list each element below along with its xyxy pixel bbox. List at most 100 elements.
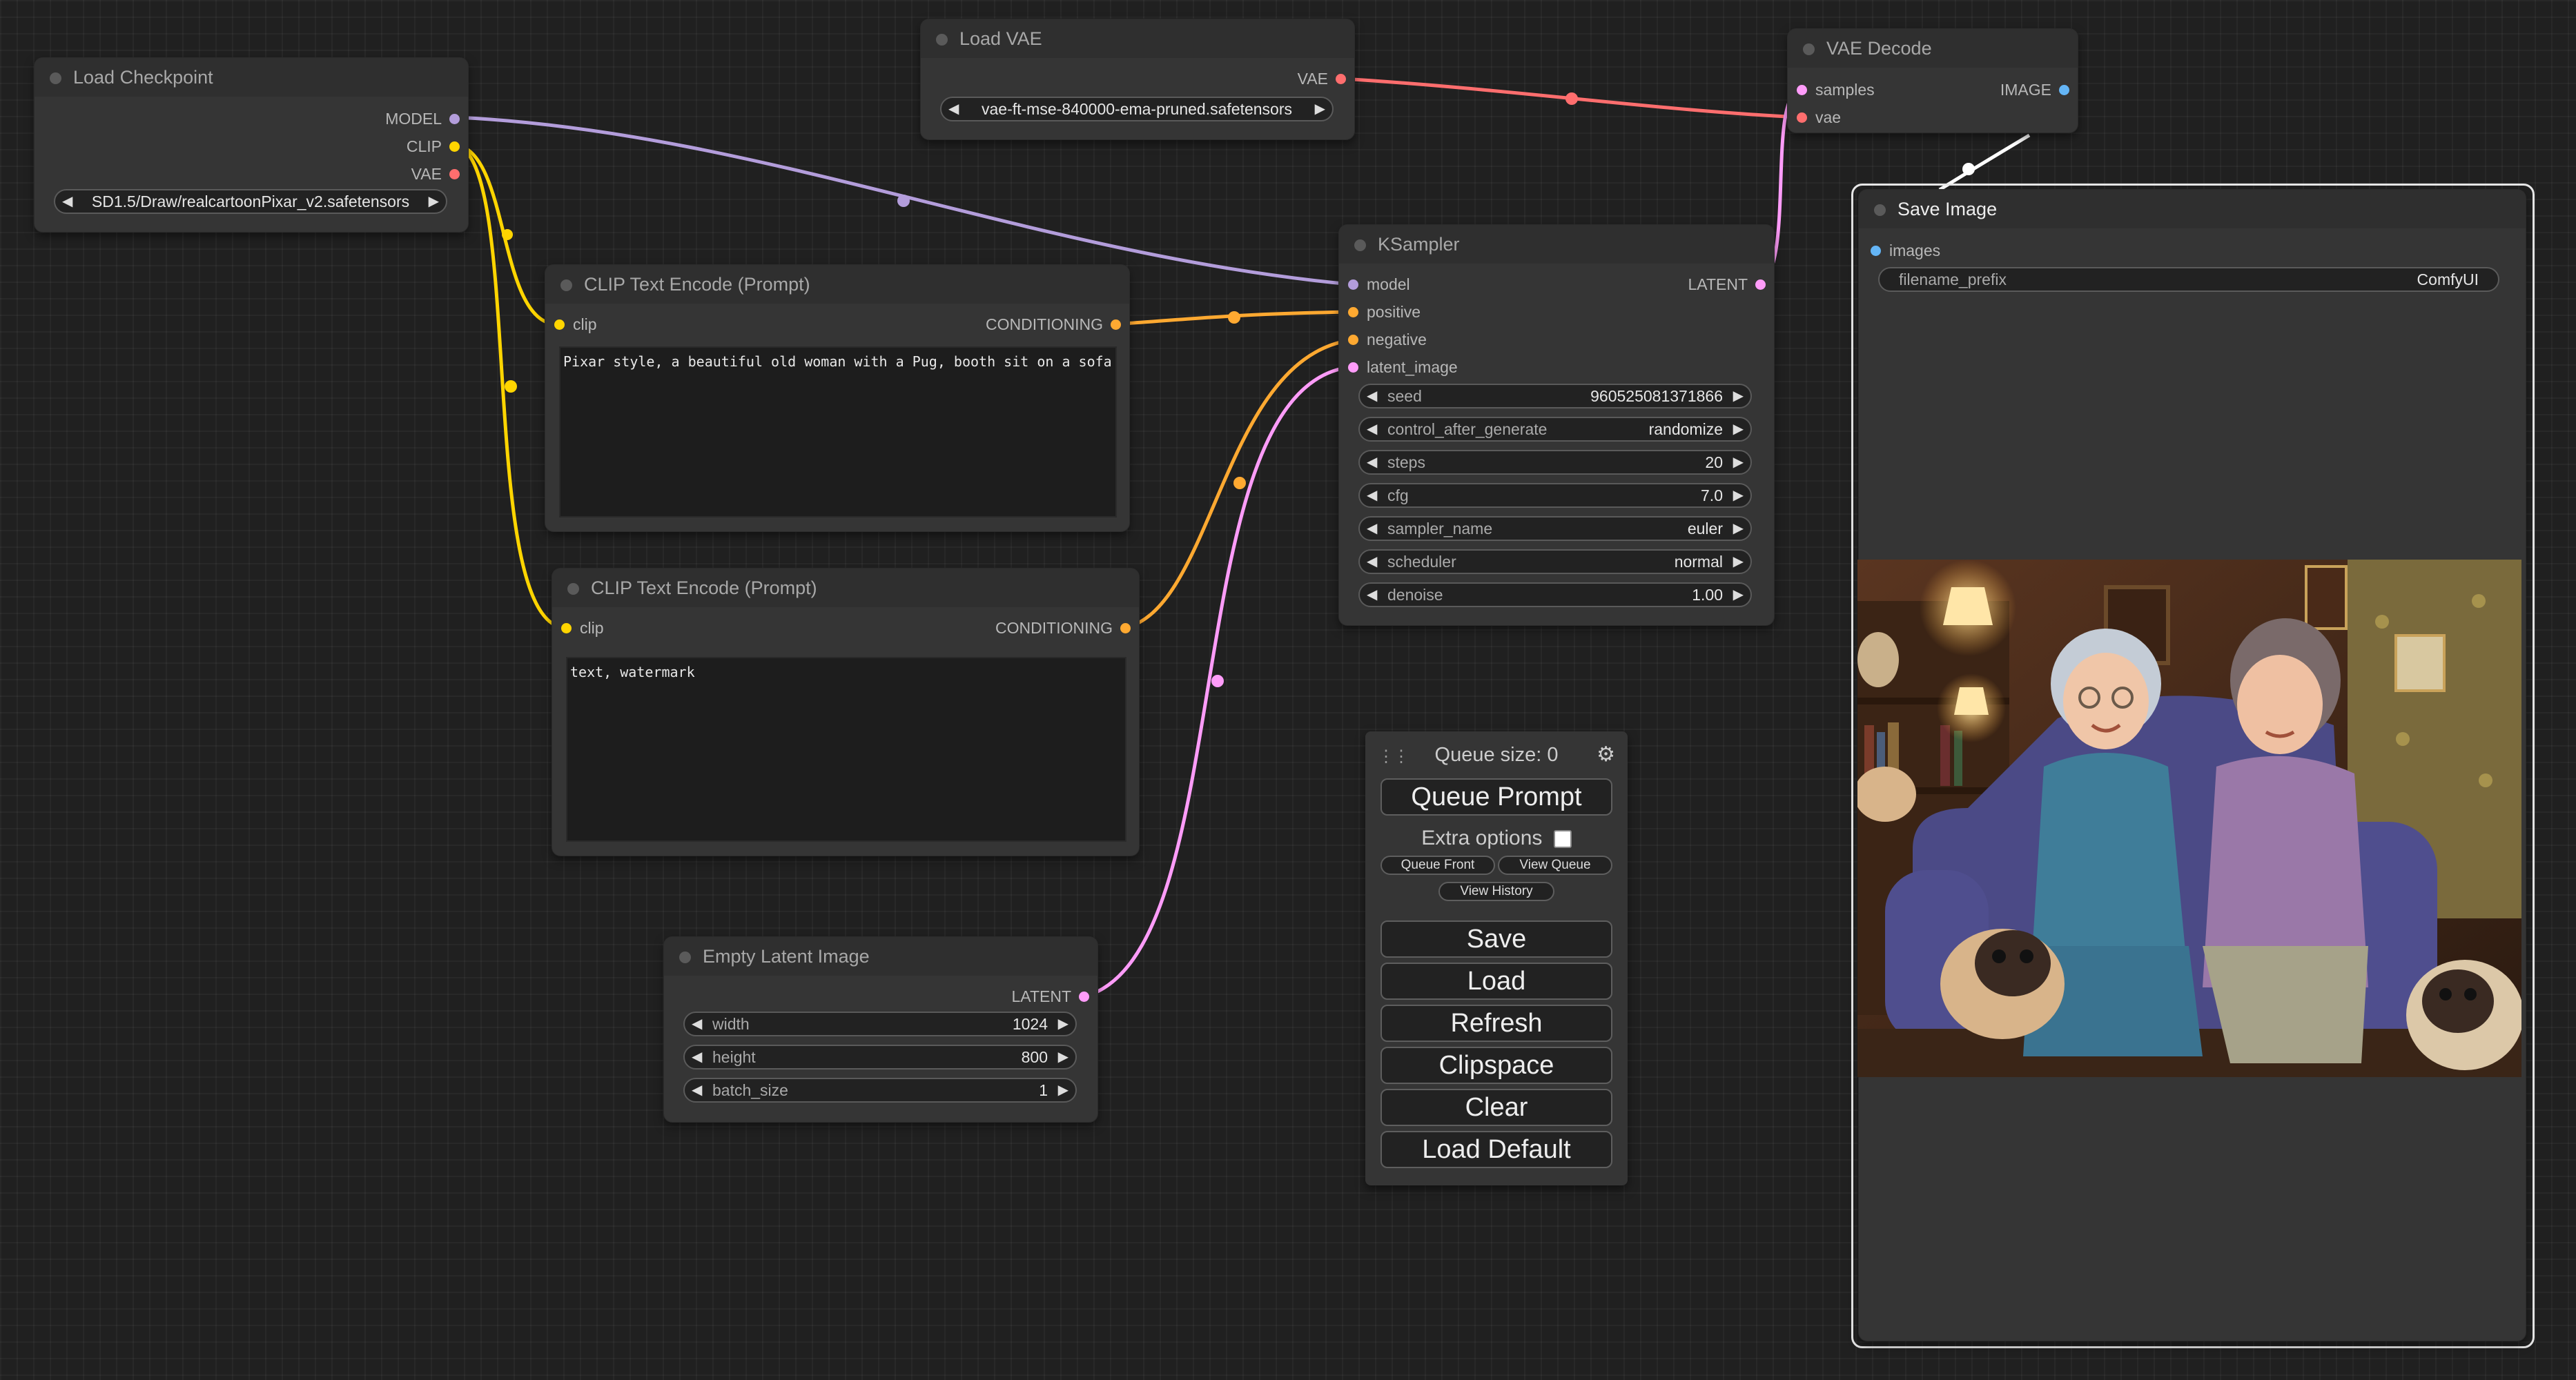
- view-queue-button[interactable]: View Queue: [1498, 856, 1612, 875]
- load-checkpoint-node[interactable]: Load Checkpoint MODEL CLIP VAE ◀ SD1.5/D…: [35, 58, 468, 232]
- queue-prompt-button[interactable]: Queue Prompt: [1380, 778, 1612, 816]
- refresh-button[interactable]: Refresh: [1380, 1005, 1612, 1042]
- sampler-name-widget[interactable]: ◀ sampler_name euler ▶: [1358, 516, 1752, 541]
- input-samples[interactable]: samples: [1797, 80, 1875, 99]
- right-arrow-icon[interactable]: ▶: [1733, 451, 1744, 473]
- input-dot[interactable]: [1871, 245, 1881, 256]
- output-dot[interactable]: [1079, 991, 1089, 1002]
- input-dot[interactable]: [1797, 84, 1807, 95]
- input-dot[interactable]: [1348, 362, 1358, 373]
- output-dot[interactable]: [2059, 84, 2069, 95]
- vae-decode-node[interactable]: VAE Decode samples vae IMAGE: [1788, 29, 2078, 132]
- output-vae[interactable]: VAE: [411, 164, 460, 184]
- gear-icon[interactable]: ⚙: [1597, 742, 1615, 767]
- right-arrow-icon[interactable]: ▶: [1733, 584, 1744, 606]
- prompt-textarea[interactable]: Pixar style, a beautiful old woman with …: [559, 346, 1117, 518]
- output-clip[interactable]: CLIP: [407, 137, 460, 156]
- input-images[interactable]: images: [1871, 241, 1940, 260]
- input-dot[interactable]: [561, 622, 572, 633]
- clear-button[interactable]: Clear: [1380, 1089, 1612, 1126]
- input-dot[interactable]: [1348, 279, 1358, 290]
- left-arrow-icon[interactable]: ◀: [1367, 551, 1377, 573]
- input-dot[interactable]: [1797, 112, 1807, 123]
- queue-front-button[interactable]: Queue Front: [1380, 856, 1495, 875]
- left-arrow-icon[interactable]: ◀: [692, 1013, 702, 1035]
- input-clip[interactable]: clip: [554, 315, 597, 334]
- extra-options-checkbox[interactable]: [1553, 830, 1572, 849]
- width-widget[interactable]: ◀ width 1024 ▶: [683, 1012, 1077, 1036]
- node-header[interactable]: KSampler: [1339, 225, 1774, 264]
- scheduler-widget[interactable]: ◀ scheduler normal ▶: [1358, 549, 1752, 574]
- left-arrow-icon[interactable]: ◀: [62, 190, 72, 213]
- ckpt-name-combo[interactable]: ◀ SD1.5/Draw/realcartoonPixar_v2.safeten…: [54, 189, 447, 214]
- batch-size-widget[interactable]: ◀ batch_size 1 ▶: [683, 1078, 1077, 1103]
- steps-widget[interactable]: ◀ steps 20 ▶: [1358, 450, 1752, 475]
- node-header[interactable]: Load Checkpoint: [35, 58, 468, 97]
- empty-latent-image-node[interactable]: Empty Latent Image LATENT ◀ width 1024 ▶…: [664, 937, 1097, 1122]
- input-model[interactable]: model: [1348, 275, 1410, 294]
- left-arrow-icon[interactable]: ◀: [692, 1079, 702, 1101]
- input-dot[interactable]: [1348, 334, 1358, 345]
- left-arrow-icon[interactable]: ◀: [1367, 518, 1377, 540]
- save-image-node[interactable]: Save Image images filename_prefix ComfyU…: [1857, 190, 2526, 1341]
- node-header[interactable]: VAE Decode: [1788, 29, 2078, 68]
- right-arrow-icon[interactable]: ▶: [1733, 484, 1744, 506]
- output-conditioning[interactable]: CONDITIONING: [986, 315, 1121, 334]
- left-arrow-icon[interactable]: ◀: [1367, 385, 1377, 407]
- output-image[interactable]: IMAGE: [2000, 80, 2069, 99]
- output-vae[interactable]: VAE: [1298, 69, 1346, 88]
- denoise-widget[interactable]: ◀ denoise 1.00 ▶: [1358, 582, 1752, 607]
- node-header[interactable]: Save Image: [1859, 190, 2526, 228]
- right-arrow-icon[interactable]: ▶: [1058, 1013, 1069, 1035]
- right-arrow-icon[interactable]: ▶: [429, 190, 439, 213]
- collapse-toggle[interactable]: [1803, 43, 1815, 55]
- right-arrow-icon[interactable]: ▶: [1733, 385, 1744, 407]
- node-header[interactable]: Load VAE: [921, 19, 1354, 58]
- right-arrow-icon[interactable]: ▶: [1733, 551, 1744, 573]
- right-arrow-icon[interactable]: ▶: [1058, 1046, 1069, 1068]
- filename-prefix-widget[interactable]: filename_prefix ComfyUI: [1878, 267, 2499, 292]
- load-button[interactable]: Load: [1380, 963, 1612, 1000]
- output-conditioning[interactable]: CONDITIONING: [995, 618, 1131, 638]
- save-image-node-selection[interactable]: Save Image images filename_prefix ComfyU…: [1851, 184, 2535, 1348]
- input-negative[interactable]: negative: [1348, 330, 1427, 349]
- output-dot[interactable]: [1755, 279, 1766, 290]
- left-arrow-icon[interactable]: ◀: [1367, 451, 1377, 473]
- left-arrow-icon[interactable]: ◀: [1367, 418, 1377, 440]
- output-latent[interactable]: LATENT: [1012, 987, 1089, 1006]
- output-dot[interactable]: [449, 168, 460, 179]
- save-button[interactable]: Save: [1380, 920, 1612, 958]
- height-widget[interactable]: ◀ height 800 ▶: [683, 1045, 1077, 1070]
- input-positive[interactable]: positive: [1348, 302, 1421, 322]
- load-vae-node[interactable]: Load VAE VAE ◀ vae-ft-mse-840000-ema-pru…: [921, 19, 1354, 139]
- seed-widget[interactable]: ◀ seed 960525081371866 ▶: [1358, 384, 1752, 408]
- collapse-toggle[interactable]: [560, 279, 572, 291]
- collapse-toggle[interactable]: [50, 72, 61, 84]
- input-dot[interactable]: [554, 319, 565, 330]
- left-arrow-icon[interactable]: ◀: [1367, 584, 1377, 606]
- collapse-toggle[interactable]: [567, 583, 579, 595]
- input-dot[interactable]: [1348, 306, 1358, 317]
- clip-text-encode-positive-node[interactable]: CLIP Text Encode (Prompt) clip CONDITION…: [545, 265, 1129, 531]
- prompt-textarea[interactable]: text, watermark: [566, 657, 1126, 842]
- vae-name-combo[interactable]: ◀ vae-ft-mse-840000-ema-pruned.safetenso…: [940, 97, 1334, 121]
- node-header[interactable]: CLIP Text Encode (Prompt): [545, 265, 1129, 304]
- left-arrow-icon[interactable]: ◀: [692, 1046, 702, 1068]
- output-latent[interactable]: LATENT: [1688, 275, 1766, 294]
- clipspace-button[interactable]: Clipspace: [1380, 1047, 1612, 1084]
- view-history-button[interactable]: View History: [1438, 882, 1554, 901]
- left-arrow-icon[interactable]: ◀: [948, 98, 959, 120]
- output-dot[interactable]: [1336, 73, 1346, 84]
- collapse-toggle[interactable]: [936, 34, 948, 46]
- node-header[interactable]: CLIP Text Encode (Prompt): [552, 569, 1139, 607]
- ksampler-node[interactable]: KSampler model positive negative latent_…: [1339, 225, 1774, 625]
- right-arrow-icon[interactable]: ▶: [1733, 518, 1744, 540]
- output-model[interactable]: MODEL: [385, 109, 460, 128]
- right-arrow-icon[interactable]: ▶: [1315, 98, 1325, 120]
- cfg-widget[interactable]: ◀ cfg 7.0 ▶: [1358, 483, 1752, 508]
- output-dot[interactable]: [1111, 319, 1121, 330]
- collapse-toggle[interactable]: [1874, 204, 1886, 216]
- input-clip[interactable]: clip: [561, 618, 604, 638]
- clip-text-encode-negative-node[interactable]: CLIP Text Encode (Prompt) clip CONDITION…: [552, 569, 1139, 856]
- collapse-toggle[interactable]: [1354, 239, 1366, 251]
